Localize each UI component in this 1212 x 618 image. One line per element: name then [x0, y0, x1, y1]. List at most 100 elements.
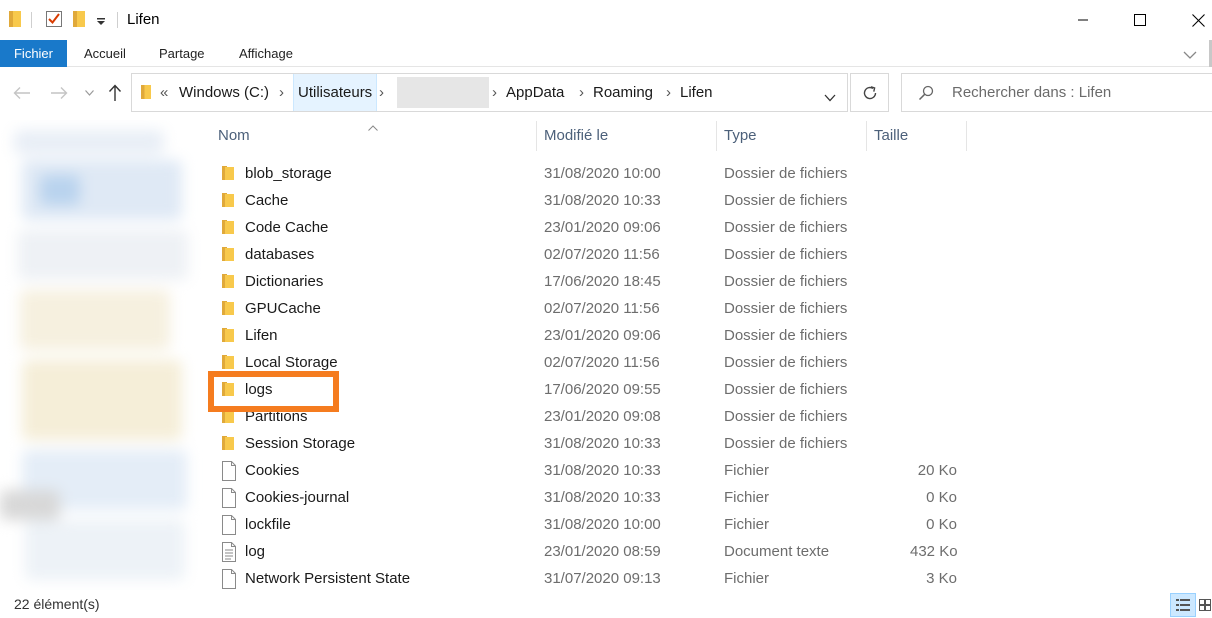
recent-locations-button[interactable] — [80, 79, 98, 107]
breadcrumb-roaming[interactable]: Roaming — [593, 74, 653, 111]
maximize-button[interactable] — [1117, 0, 1163, 40]
file-modified-date: 17/06/2020 18:45 — [544, 273, 661, 290]
back-button[interactable] — [10, 79, 34, 107]
close-button[interactable] — [1175, 0, 1212, 40]
file-row[interactable]: logs 17/06/2020 09:55 Dossier de fichiers — [210, 376, 1210, 403]
file-row[interactable]: Partitions 23/01/2020 09:08 Dossier de fic… — [210, 403, 1210, 430]
file-row[interactable]: Cookies 31/08/2020 10:33 Fichier 20 Ko — [210, 457, 1210, 484]
file-row[interactable]: Dictionaries 17/06/2020 18:45 Dossier de f… — [210, 268, 1210, 295]
search-icon — [918, 85, 934, 104]
file-row[interactable]: GPUCache 02/07/2020 11:56 Dossier de fichi… — [210, 295, 1210, 322]
file-name: Session Storage — [245, 435, 356, 452]
file-row[interactable]: Session Storage 31/08/2020 10:33 Dossier d… — [210, 430, 1210, 457]
breadcrumb-separator[interactable]: › — [666, 74, 671, 111]
details-view-icon — [1176, 599, 1190, 611]
refresh-icon — [863, 85, 876, 99]
navigation-pane[interactable] — [0, 120, 207, 590]
folder-icon — [221, 353, 239, 371]
breadcrumb-appdata[interactable]: AppData — [506, 74, 564, 111]
file-modified-date: 02/07/2020 11:56 — [544, 246, 660, 263]
file-type: Fichier — [724, 489, 770, 506]
back-arrow-icon — [13, 87, 30, 99]
column-header-modified[interactable]: Modifié le — [544, 120, 608, 152]
file-modified-date: 31/08/2020 10:33 — [544, 462, 661, 479]
navigation-pane-blurred-content — [0, 120, 207, 590]
breadcrumb-utilisateurs[interactable]: Utilisateurs — [293, 74, 378, 111]
file-size — [910, 322, 957, 349]
tab-partage[interactable]: Partage — [159, 40, 205, 67]
file-type: Dossier de fichiers — [724, 408, 848, 425]
file-row[interactable]: Network Persistent State 31/07/2020 09:13… — [210, 565, 1210, 592]
file-size — [910, 403, 957, 430]
column-header-size[interactable]: Taille — [874, 120, 908, 152]
file-name: blob_storage — [245, 165, 332, 182]
file-row[interactable]: Cache 31/08/2020 10:33 Dossier de fichiers — [210, 187, 1210, 214]
breadcrumb-overflow[interactable]: « — [160, 74, 168, 111]
column-divider[interactable] — [716, 121, 717, 151]
file-row[interactable]: databases 02/07/2020 11:56 Dossier de fich… — [210, 241, 1210, 268]
expand-ribbon-icon[interactable] — [1183, 47, 1197, 63]
search-input[interactable]: Rechercher dans : Lifen — [901, 73, 1212, 112]
file-type: Dossier de fichiers — [724, 219, 848, 236]
folder-icon — [221, 245, 239, 263]
file-name: Cookies — [245, 462, 300, 479]
properties-icon[interactable] — [45, 10, 63, 31]
details-view-button[interactable] — [1170, 593, 1196, 617]
up-arrow-icon — [108, 84, 122, 101]
tab-accueil[interactable]: Accueil — [84, 40, 126, 67]
file-modified-date: 23/01/2020 09:08 — [544, 408, 661, 425]
file-icon — [221, 515, 239, 535]
column-divider[interactable] — [966, 121, 967, 151]
file-modified-date: 17/06/2020 09:55 — [544, 381, 661, 398]
file-name: Cache — [245, 192, 289, 209]
folder-icon — [221, 164, 239, 182]
file-name: Dictionaries — [245, 273, 324, 290]
file-modified-date: 02/07/2020 11:56 — [544, 354, 660, 371]
file-row[interactable]: Lifen 23/01/2020 09:06 Dossier de fichiers — [210, 322, 1210, 349]
breadcrumb-separator[interactable]: › — [279, 74, 284, 111]
tab-fichier[interactable]: Fichier — [0, 40, 67, 67]
minimize-button[interactable] — [1060, 0, 1106, 40]
column-header-type[interactable]: Type — [724, 120, 757, 152]
forward-button[interactable] — [47, 79, 71, 107]
file-row[interactable]: Cookies-journal 31/08/2020 10:33 Fichier 0 … — [210, 484, 1210, 511]
file-row[interactable]: lockfile 31/08/2020 10:00 Fichier 0 Ko — [210, 511, 1210, 538]
address-bar[interactable]: « Windows (C:) › Utilisateurs › › AppDat… — [131, 73, 848, 112]
file-name: Network Persistent State — [245, 570, 411, 587]
breadcrumb-separator[interactable]: › — [379, 74, 384, 111]
file-size: 20 Ko — [917, 462, 957, 479]
refresh-button[interactable] — [850, 73, 889, 112]
address-dropdown-icon[interactable] — [824, 89, 836, 105]
new-folder-icon[interactable] — [72, 10, 86, 31]
file-size — [910, 376, 957, 403]
file-row[interactable]: Local Storage 02/07/2020 11:56 Dossier de … — [210, 349, 1210, 376]
column-divider[interactable] — [536, 121, 537, 151]
file-type: Dossier de fichiers — [724, 192, 848, 209]
up-button[interactable] — [103, 79, 127, 107]
file-type: Dossier de fichiers — [724, 273, 848, 290]
chevron-down-icon — [84, 90, 94, 96]
file-row[interactable]: log 23/01/2020 08:59 Document texte 432 Ko — [210, 538, 1210, 565]
large-icons-view-icon — [1199, 599, 1211, 611]
tab-affichage[interactable]: Affichage — [239, 40, 293, 67]
column-header-name[interactable]: Nom — [218, 120, 250, 152]
column-divider[interactable] — [866, 121, 867, 151]
file-row[interactable]: blob_storage 31/08/2020 10:00 Dossier de f… — [210, 160, 1210, 187]
file-type: Dossier de fichiers — [724, 246, 848, 263]
file-type: Dossier de fichiers — [724, 435, 848, 452]
folder-icon — [221, 434, 239, 452]
file-type: Fichier — [724, 570, 770, 587]
file-size — [910, 268, 957, 295]
customize-toolbar-icon[interactable] — [96, 14, 106, 30]
breadcrumb-windows-c[interactable]: Windows (C:) — [179, 74, 269, 111]
breadcrumb-separator[interactable]: › — [492, 74, 497, 111]
file-size — [910, 214, 957, 241]
file-icon — [221, 461, 239, 481]
maximize-icon — [1134, 14, 1146, 26]
folder-icon — [8, 10, 22, 31]
file-modified-date: 31/08/2020 10:33 — [544, 489, 661, 506]
breadcrumb-lifen[interactable]: Lifen — [680, 74, 713, 111]
large-icons-view-button[interactable] — [1198, 593, 1212, 617]
breadcrumb-separator[interactable]: › — [579, 74, 584, 111]
file-row[interactable]: Code Cache 23/01/2020 09:06 Dossier de fic… — [210, 214, 1210, 241]
